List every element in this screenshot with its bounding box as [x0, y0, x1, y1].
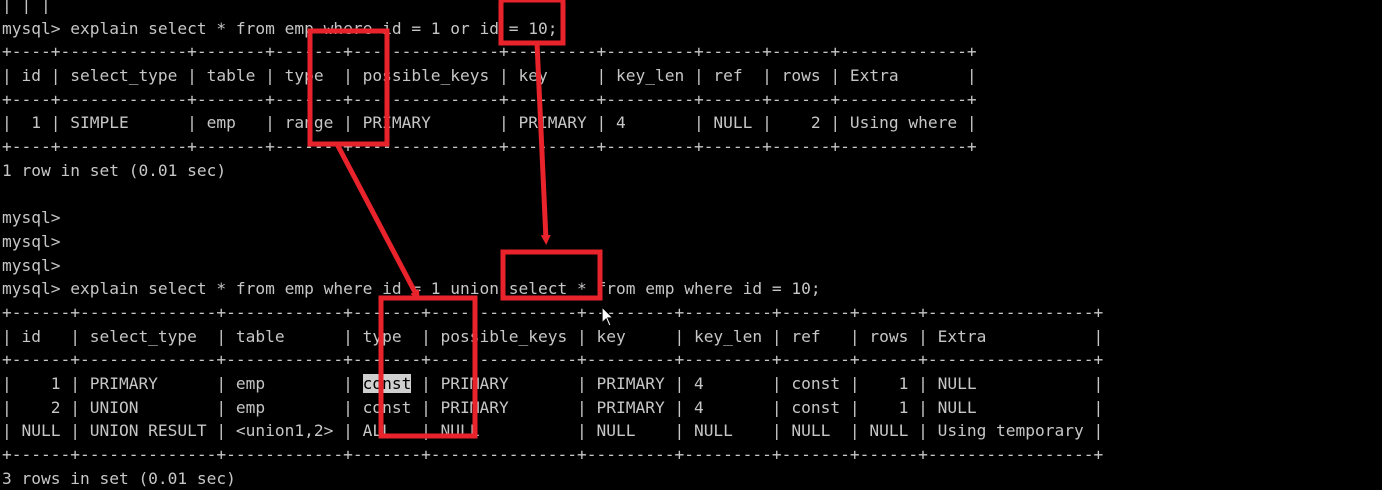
terminal-line: | 1 | SIMPLE | emp | range | PRIMARY | P…	[2, 113, 977, 133]
table-border-line: +----+-------------+-------+-------+----…	[2, 42, 977, 62]
table-border-line: +------+--------------+------------+----…	[2, 445, 1104, 465]
terminal-line: mysql> explain select * from emp where i…	[2, 279, 821, 299]
terminal-line: mysql>	[2, 231, 61, 251]
terminal-line: | id | select_type | table | type | poss…	[2, 326, 1104, 346]
terminal-line: mysql> explain select * from emp where i…	[2, 18, 558, 38]
terminal-line: 1 row in set (0.01 sec)	[2, 160, 227, 180]
selected-text: const	[362, 374, 412, 393]
mouse-pointer-icon	[601, 306, 615, 327]
terminal-line: | 2 | UNION | emp | const | PRIMARY | PR…	[2, 397, 1104, 417]
terminal-line: 3 rows in set (0.01 sec)	[2, 468, 236, 488]
terminal-line: mysql>	[2, 208, 61, 228]
terminal-line: mysql>	[2, 255, 61, 275]
terminal-line: | id | select_type | table | type | poss…	[2, 66, 977, 86]
terminal-line: | 1 | PRIMARY | emp | const | PRIMARY | …	[2, 374, 1104, 393]
terminal-line: | NULL | UNION RESULT | <union1,2> | ALL…	[2, 421, 1104, 441]
table-border-line: +------+--------------+------------+----…	[2, 302, 1104, 322]
table-border-line: +------+--------------+------------+----…	[2, 350, 1104, 370]
terminal-line: | | |	[2, 0, 51, 14]
table-border-line: +----+-------------+-------+-------+----…	[2, 89, 977, 109]
terminal-output[interactable]: | | | mysql> explain select * from emp wh…	[2, 0, 1103, 490]
table-border-line: +----+-------------+-------+-------+----…	[2, 137, 977, 157]
